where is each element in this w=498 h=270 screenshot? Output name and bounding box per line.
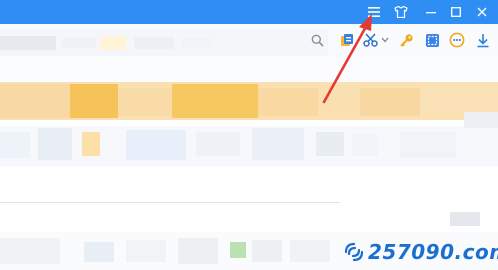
blurred-region xyxy=(38,128,72,160)
blurred-region xyxy=(316,132,344,156)
blurred-region xyxy=(0,238,60,264)
watermark: 257090.com xyxy=(344,240,498,264)
blurred-region xyxy=(230,242,246,258)
screenshot-icon[interactable] xyxy=(423,31,441,49)
browser-window: 257090.com xyxy=(0,0,498,270)
blurred-region xyxy=(464,112,498,128)
blurred-region xyxy=(450,212,480,226)
blurred-region xyxy=(82,132,100,156)
search-icon[interactable] xyxy=(308,31,326,49)
divider xyxy=(0,202,340,203)
blurred-region xyxy=(0,62,498,82)
blurred-region xyxy=(118,88,172,116)
blurred-region xyxy=(400,132,456,158)
blurred-region xyxy=(252,128,304,160)
close-icon[interactable] xyxy=(469,0,495,24)
blurred-region xyxy=(0,84,70,118)
extension-icon[interactable] xyxy=(338,31,356,49)
title-bar xyxy=(0,0,498,24)
chat-icon[interactable] xyxy=(448,31,466,49)
blurred-url xyxy=(62,38,96,48)
minimize-icon[interactable] xyxy=(418,0,444,24)
blurred-region xyxy=(290,240,330,262)
blurred-region xyxy=(178,238,218,264)
blurred-url xyxy=(100,36,126,50)
blurred-region xyxy=(84,242,114,262)
blurred-region xyxy=(258,88,318,116)
blurred-region xyxy=(0,132,30,158)
scissors-icon[interactable] xyxy=(362,31,380,49)
blurred-url xyxy=(134,37,174,49)
watermark-text: 257090.com xyxy=(368,240,498,264)
blurred-region xyxy=(360,88,420,116)
blurred-region xyxy=(172,84,258,118)
blurred-url xyxy=(182,38,212,48)
blurred-url xyxy=(0,36,56,50)
blurred-region xyxy=(126,130,186,160)
address-bar[interactable] xyxy=(0,30,328,56)
maximize-icon[interactable] xyxy=(443,0,469,24)
blurred-region xyxy=(252,240,282,262)
watermark-logo-icon xyxy=(344,242,364,262)
blurred-page-content xyxy=(0,62,498,270)
menu-icon[interactable] xyxy=(361,0,387,24)
blurred-region xyxy=(318,86,360,116)
blurred-region xyxy=(352,134,378,156)
chevron-down-icon[interactable] xyxy=(380,31,390,49)
skin-icon[interactable] xyxy=(388,0,414,24)
blurred-region xyxy=(126,240,166,262)
key-icon[interactable] xyxy=(397,31,415,49)
blurred-region xyxy=(196,132,240,156)
download-icon[interactable] xyxy=(474,31,492,49)
blurred-region xyxy=(70,84,118,118)
